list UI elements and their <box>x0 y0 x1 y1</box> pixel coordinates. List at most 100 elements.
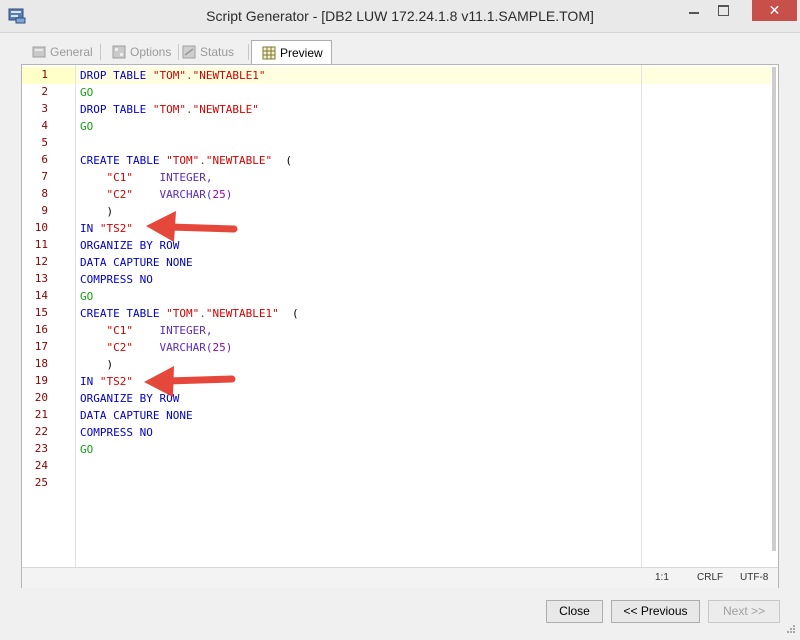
encoding: UTF-8 <box>740 572 769 583</box>
keyword: IN <box>80 222 94 235</box>
editor-status-bar: 1:1 CRLF UTF-8 <box>22 567 778 588</box>
separator: . <box>185 69 193 82</box>
line-number: 8 <box>41 187 48 200</box>
string-literal: "TOM" <box>152 103 186 116</box>
code-line: GO <box>80 84 93 101</box>
minimize-button[interactable] <box>680 0 707 21</box>
script-editor[interactable]: 1 2 3 4 5 6 7 8 9 10 11 12 13 14 15 16 1… <box>21 64 779 588</box>
string-literal: "TOM" <box>166 154 200 167</box>
line-number: 24 <box>34 459 48 472</box>
string-literal: "C1" <box>106 171 134 184</box>
string-literal: "TOM" <box>166 307 200 320</box>
cursor-position: 1:1 <box>655 572 669 583</box>
line-number: 12 <box>34 255 48 268</box>
close-icon: ✕ <box>768 3 781 19</box>
line-number: 22 <box>34 425 48 438</box>
line-number: 11 <box>34 238 48 251</box>
maximize-button[interactable] <box>710 0 737 21</box>
tab-options[interactable]: Options <box>102 42 179 62</box>
tab-status[interactable]: Status <box>172 42 242 62</box>
keyword: CREATE TABLE <box>80 154 160 167</box>
string-literal: "TOM" <box>152 69 186 82</box>
line-number: 5 <box>41 136 48 149</box>
code-line: DROP TABLE "TOM"."NEWTABLE" <box>80 101 259 118</box>
go-statement: GO <box>80 86 94 99</box>
paren: ) <box>106 205 114 218</box>
keyword: CREATE TABLE <box>80 307 160 320</box>
code-line: ) <box>80 203 114 220</box>
code-line: CREATE TABLE "TOM"."NEWTABLE1" ( <box>80 305 299 322</box>
line-number: 14 <box>34 289 48 302</box>
close-window-button[interactable]: ✕ <box>752 0 797 21</box>
line-number: 1 <box>41 68 48 81</box>
line-number: 13 <box>34 272 48 285</box>
line-number: 9 <box>41 204 48 217</box>
code-line: IN "TS2" <box>80 373 133 390</box>
string-literal: "NEWTABLE" <box>205 154 273 167</box>
vertical-scrollbar[interactable] <box>772 65 778 555</box>
keyword: IN <box>80 375 94 388</box>
tab-label: Options <box>130 45 172 59</box>
string-literal: "C2" <box>106 188 134 201</box>
general-icon <box>32 46 46 58</box>
code-line: DROP TABLE "TOM"."NEWTABLE1" <box>80 67 265 84</box>
code-line: "C1" INTEGER, <box>80 322 213 339</box>
keyword: ORGANIZE BY ROW <box>80 239 180 252</box>
string-literal: "C2" <box>106 341 134 354</box>
tab-label: General <box>50 45 93 59</box>
horizontal-scrollbar[interactable] <box>22 555 778 567</box>
paren: ) <box>225 341 233 354</box>
code-line: COMPRESS NO <box>80 424 153 441</box>
line-number: 16 <box>34 323 48 336</box>
code-line: GO <box>80 441 93 458</box>
string-literal: "NEWTABLE" <box>192 103 259 116</box>
code-line: ORGANIZE BY ROW <box>80 390 179 407</box>
line-number: 2 <box>41 85 48 98</box>
code-line: "C2" VARCHAR(25) <box>80 339 233 356</box>
code-line: IN "TS2" <box>80 220 133 237</box>
tab-general[interactable]: General <box>22 42 101 62</box>
resize-grip-icon[interactable] <box>784 624 796 636</box>
previous-button[interactable]: << Previous <box>611 600 700 623</box>
string-literal: "NEWTABLE1" <box>192 69 266 82</box>
keyword: DATA CAPTURE NONE <box>80 409 193 422</box>
separator: . <box>199 154 206 167</box>
line-number: 21 <box>34 408 48 421</box>
code-line: CREATE TABLE "TOM"."NEWTABLE" ( <box>80 152 292 169</box>
status-icon <box>182 45 196 59</box>
type-keyword: VARCHAR( <box>159 188 213 201</box>
minimize-icon <box>689 12 699 14</box>
type-keyword: INTEGER, <box>159 171 213 184</box>
keyword: DATA CAPTURE NONE <box>80 256 193 269</box>
line-number: 23 <box>34 442 48 455</box>
code-line: "C2" VARCHAR(25) <box>80 186 233 203</box>
line-number: 19 <box>34 374 48 387</box>
code-line: ORGANIZE BY ROW <box>80 237 179 254</box>
keyword: COMPRESS NO <box>80 273 153 286</box>
go-statement: GO <box>80 120 94 133</box>
next-button[interactable]: Next >> <box>708 600 780 623</box>
separator: . <box>199 307 206 320</box>
paren: ( <box>291 307 299 320</box>
code-line: GO <box>80 288 93 305</box>
tab-label: Status <box>200 45 235 59</box>
line-number: 25 <box>34 476 48 489</box>
tab-preview[interactable]: Preview <box>251 40 332 65</box>
line-number: 15 <box>34 306 48 319</box>
keyword: ORGANIZE BY ROW <box>80 392 180 405</box>
title-bar[interactable]: Script Generator - [DB2 LUW 172.24.1.8 v… <box>0 0 800 33</box>
maximize-icon <box>718 5 729 16</box>
type-keyword: VARCHAR( <box>159 341 213 354</box>
code-line: DATA CAPTURE NONE <box>80 407 193 424</box>
code-line: "C1" INTEGER, <box>80 169 213 186</box>
line-number: 20 <box>34 391 48 404</box>
close-button[interactable]: Close <box>546 600 603 623</box>
line-number: 6 <box>41 153 48 166</box>
right-margin-guide <box>641 65 642 567</box>
number-literal: 25 <box>212 341 226 354</box>
go-statement: GO <box>80 290 94 303</box>
keyword: DROP TABLE <box>80 69 147 82</box>
scrollbar-thumb[interactable] <box>772 67 776 551</box>
code-line: ) <box>80 356 114 373</box>
code-line: DATA CAPTURE NONE <box>80 254 193 271</box>
